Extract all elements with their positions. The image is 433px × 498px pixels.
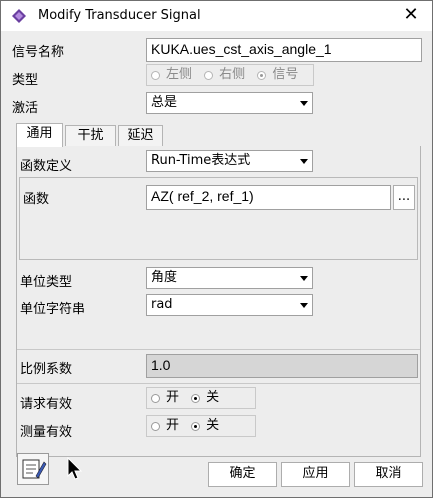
activation-value: 总是 xyxy=(151,95,178,110)
scale-factor-label: 比例系数 xyxy=(20,362,73,377)
chevron-down-icon xyxy=(300,303,308,308)
chevron-down-icon xyxy=(300,101,308,106)
tab-delay[interactable]: 延迟 xyxy=(118,125,163,146)
signal-name-input[interactable]: KUKA.ues_cst_axis_angle_1 xyxy=(146,38,422,62)
divider xyxy=(17,349,420,350)
title-bar: Modify Transducer Signal ✕ xyxy=(1,1,432,31)
function-browse-button[interactable]: ... xyxy=(393,185,415,210)
ok-button[interactable]: 确定 xyxy=(208,462,277,487)
unit-type-select[interactable]: 角度 xyxy=(146,267,313,289)
measure-active-option-off[interactable]: 关 xyxy=(191,416,219,436)
radio-selected-icon xyxy=(191,393,201,403)
function-definition-label: 函数定义 xyxy=(20,159,73,174)
type-option-signal[interactable]: 信号 xyxy=(257,65,298,85)
tab-general[interactable]: 通用 xyxy=(16,123,63,147)
cancel-button[interactable]: 取消 xyxy=(354,462,423,487)
activation-label: 激活 xyxy=(12,101,39,116)
function-definition-value: Run-Time表达式 xyxy=(151,153,251,168)
divider xyxy=(17,383,420,384)
measure-active-label: 测量有效 xyxy=(20,425,73,440)
signal-name-label: 信号名称 xyxy=(12,45,65,60)
unit-string-value: rad xyxy=(151,297,173,312)
activation-select[interactable]: 总是 xyxy=(146,92,313,114)
close-icon[interactable]: ✕ xyxy=(401,5,421,25)
apply-button[interactable]: 应用 xyxy=(281,462,350,487)
mouse-cursor-icon xyxy=(67,457,83,480)
radio-icon xyxy=(151,70,160,80)
chevron-down-icon xyxy=(300,276,308,281)
window-title: Modify Transducer Signal xyxy=(38,8,201,23)
tab-interference[interactable]: 干扰 xyxy=(65,125,116,146)
radio-selected-icon xyxy=(191,421,201,431)
radio-selected-icon xyxy=(257,70,267,80)
type-label: 类型 xyxy=(12,73,39,88)
edit-notepad-button[interactable] xyxy=(17,453,49,485)
unit-string-select[interactable]: rad xyxy=(146,294,313,316)
function-expression-input[interactable]: AZ( ref_2, ref_1) xyxy=(146,185,391,210)
radio-icon xyxy=(204,70,214,80)
function-label: 函数 xyxy=(23,192,50,207)
dialog-window: Modify Transducer Signal ✕ 信号名称 KUKA.ues… xyxy=(0,0,433,498)
unit-type-value: 角度 xyxy=(151,270,178,285)
type-radio-group: 左侧 右侧 信号 xyxy=(146,64,314,86)
app-logo-icon xyxy=(12,9,26,23)
measure-active-option-on[interactable]: 开 xyxy=(151,416,179,436)
type-option-left[interactable]: 左侧 xyxy=(151,65,192,85)
chevron-down-icon xyxy=(300,159,308,164)
scale-factor-input[interactable]: 1.0 xyxy=(146,354,418,378)
request-active-option-off[interactable]: 关 xyxy=(191,388,219,408)
function-definition-select[interactable]: Run-Time表达式 xyxy=(146,150,313,172)
unit-string-label: 单位字符串 xyxy=(20,302,86,317)
request-active-option-on[interactable]: 开 xyxy=(151,388,179,408)
request-active-label: 请求有效 xyxy=(20,397,73,412)
measure-active-radio-group: 开 关 xyxy=(146,415,256,437)
unit-type-label: 单位类型 xyxy=(20,275,73,290)
type-option-right[interactable]: 右侧 xyxy=(204,65,245,85)
edit-notepad-icon xyxy=(22,459,47,479)
request-active-radio-group: 开 关 xyxy=(146,387,256,409)
radio-icon xyxy=(151,421,160,431)
radio-icon xyxy=(151,393,160,403)
